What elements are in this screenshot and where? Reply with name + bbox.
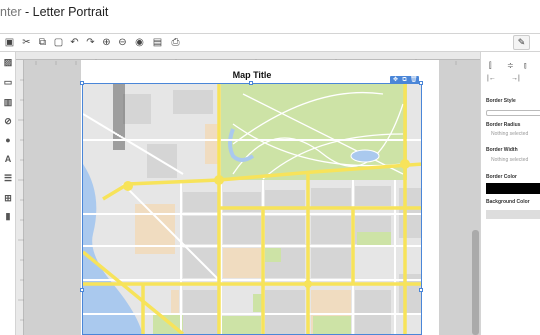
vertical-ruler bbox=[16, 60, 24, 335]
border-width-select[interactable]: Nothing selected bbox=[486, 155, 540, 165]
resize-handle-right[interactable] bbox=[419, 288, 423, 292]
redo-icon[interactable]: ↷ bbox=[84, 36, 97, 49]
border-style-label: Border Style bbox=[486, 98, 516, 104]
properties-panel: ⫿ ≑ ⫾ |← →| Border Style Border Radius N… bbox=[480, 52, 540, 335]
copy-icon[interactable]: ⧉ bbox=[36, 36, 49, 49]
document-name: Letter Portrait bbox=[32, 5, 109, 19]
title-separator: - bbox=[21, 5, 33, 19]
border-radius-label: Border Radius bbox=[486, 122, 521, 128]
map-element[interactable] bbox=[82, 83, 422, 335]
image-tool-icon[interactable]: ▨ bbox=[2, 56, 14, 68]
background-color-swatch[interactable] bbox=[486, 210, 540, 219]
undo-icon[interactable]: ↶ bbox=[68, 36, 81, 49]
vertical-scrollbar[interactable] bbox=[472, 230, 479, 335]
border-width-label: Border Width bbox=[486, 147, 518, 153]
border-style-select[interactable] bbox=[486, 110, 540, 116]
image-icon[interactable]: ▤ bbox=[151, 36, 164, 49]
location-tool-icon[interactable]: ⊘ bbox=[2, 115, 14, 127]
horizontal-ruler bbox=[16, 52, 480, 65]
resize-handle-left[interactable] bbox=[80, 288, 84, 292]
shape-tool-icon[interactable]: ▭ bbox=[2, 76, 14, 88]
paste-icon[interactable]: ▢ bbox=[52, 36, 65, 49]
map-title[interactable]: Map Title bbox=[81, 70, 423, 80]
info-tool-icon[interactable]: ● bbox=[2, 134, 14, 146]
resize-handle-tl[interactable] bbox=[80, 81, 84, 85]
left-tool-bar: ▨ ▭ ▥ ⊘ ● A ☰ ⊞ ▮ bbox=[0, 52, 16, 335]
zoom-out-icon[interactable]: ⊖ bbox=[116, 36, 129, 49]
layout-icon[interactable]: ▣ bbox=[3, 36, 16, 49]
border-color-label: Border Color bbox=[486, 174, 517, 180]
text-tool-icon[interactable]: A bbox=[2, 153, 14, 165]
border-color-swatch[interactable] bbox=[486, 183, 540, 194]
canvas-workspace: Map Title ✥ ⧉ 🗑 bbox=[16, 52, 480, 335]
print-icon[interactable]: ⎙ bbox=[169, 36, 182, 49]
align-end-icon[interactable]: →| bbox=[511, 75, 520, 82]
background-color-label: Background Color bbox=[486, 199, 530, 205]
resize-handle-top[interactable] bbox=[249, 81, 253, 85]
align-center-icon[interactable]: ≑ bbox=[507, 61, 514, 70]
zoom-in-icon[interactable]: ⊕ bbox=[100, 36, 113, 49]
align-left-icon[interactable]: ⫿ bbox=[489, 61, 492, 71]
align-start-icon[interactable]: |← bbox=[487, 75, 496, 82]
document-tool-icon[interactable]: ▮ bbox=[2, 210, 14, 222]
app-name: nter bbox=[0, 5, 22, 19]
border-radius-select[interactable]: Nothing selected bbox=[486, 129, 540, 139]
main-toolbar: ▣ ✂ ⧉ ▢ ↶ ↷ ⊕ ⊖ ◉ ▤ ⎙ ✎ bbox=[0, 33, 540, 52]
align-right-icon[interactable]: ⫾ bbox=[524, 61, 527, 71]
resize-handle-tr[interactable] bbox=[419, 81, 423, 85]
pen-tool-button[interactable]: ✎ bbox=[513, 35, 530, 50]
list-tool-icon[interactable]: ☰ bbox=[2, 172, 14, 184]
window-title: nter - Letter Portrait bbox=[0, 5, 108, 21]
preview-icon[interactable]: ◉ bbox=[133, 36, 146, 49]
letter-page[interactable]: Map Title ✥ ⧉ 🗑 bbox=[80, 60, 439, 335]
map-tool-icon[interactable]: ▥ bbox=[2, 96, 14, 108]
table-tool-icon[interactable]: ⊞ bbox=[2, 192, 14, 204]
cut-icon[interactable]: ✂ bbox=[20, 36, 33, 49]
